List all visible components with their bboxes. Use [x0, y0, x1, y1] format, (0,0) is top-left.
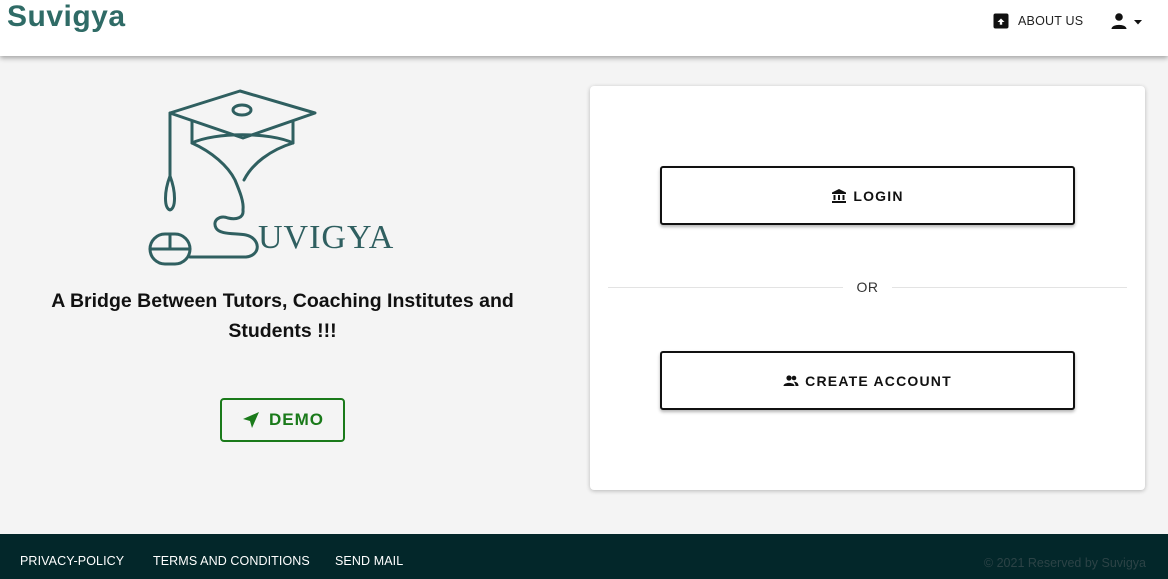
top-navbar: Suvigya ABOUT US	[0, 0, 1168, 56]
copyright-text: © 2021 Reserved by Suvigya	[983, 556, 1146, 570]
auth-card: LOGIN OR CREATE ACCOUNT	[590, 86, 1145, 490]
institution-icon	[832, 188, 847, 203]
login-label: LOGIN	[853, 187, 904, 204]
emblem-wordmark: UVIGYA	[258, 219, 394, 256]
or-separator: OR	[856, 279, 879, 295]
footer: PRIVACY-POLICY TERMS AND CONDITIONS SEND…	[0, 534, 1168, 579]
terms-link[interactable]: TERMS AND CONDITIONS	[153, 554, 310, 568]
about-us-label: ABOUT US	[1018, 14, 1084, 28]
demo-button[interactable]: DEMO	[220, 398, 345, 442]
info-box-icon	[993, 13, 1009, 29]
navigation-arrow-icon	[243, 412, 259, 428]
caret-down-icon	[1134, 20, 1142, 25]
divider-right	[892, 287, 1127, 288]
create-account-label: CREATE ACCOUNT	[805, 372, 952, 389]
tagline-line-1: A Bridge Between Tutors, Coaching Instit…	[51, 290, 514, 312]
divider-left	[608, 287, 843, 288]
create-account-button[interactable]: CREATE ACCOUNT	[660, 351, 1075, 410]
demo-label: DEMO	[269, 410, 324, 429]
people-icon	[783, 374, 799, 386]
privacy-policy-link[interactable]: PRIVACY-POLICY	[20, 554, 124, 568]
account-menu[interactable]	[1110, 10, 1150, 32]
send-mail-link[interactable]: SEND MAIL	[335, 554, 403, 568]
login-button[interactable]: LOGIN	[660, 166, 1075, 225]
suvigya-emblem: UVIGYA	[148, 89, 394, 266]
tagline: A Bridge Between Tutors, Coaching Instit…	[30, 286, 535, 346]
about-us-link[interactable]: ABOUT US	[993, 11, 1083, 31]
brand-logo[interactable]: Suvigya	[7, 0, 126, 34]
account-icon	[1111, 13, 1127, 29]
tagline-line-2: Students !!!	[228, 320, 337, 342]
